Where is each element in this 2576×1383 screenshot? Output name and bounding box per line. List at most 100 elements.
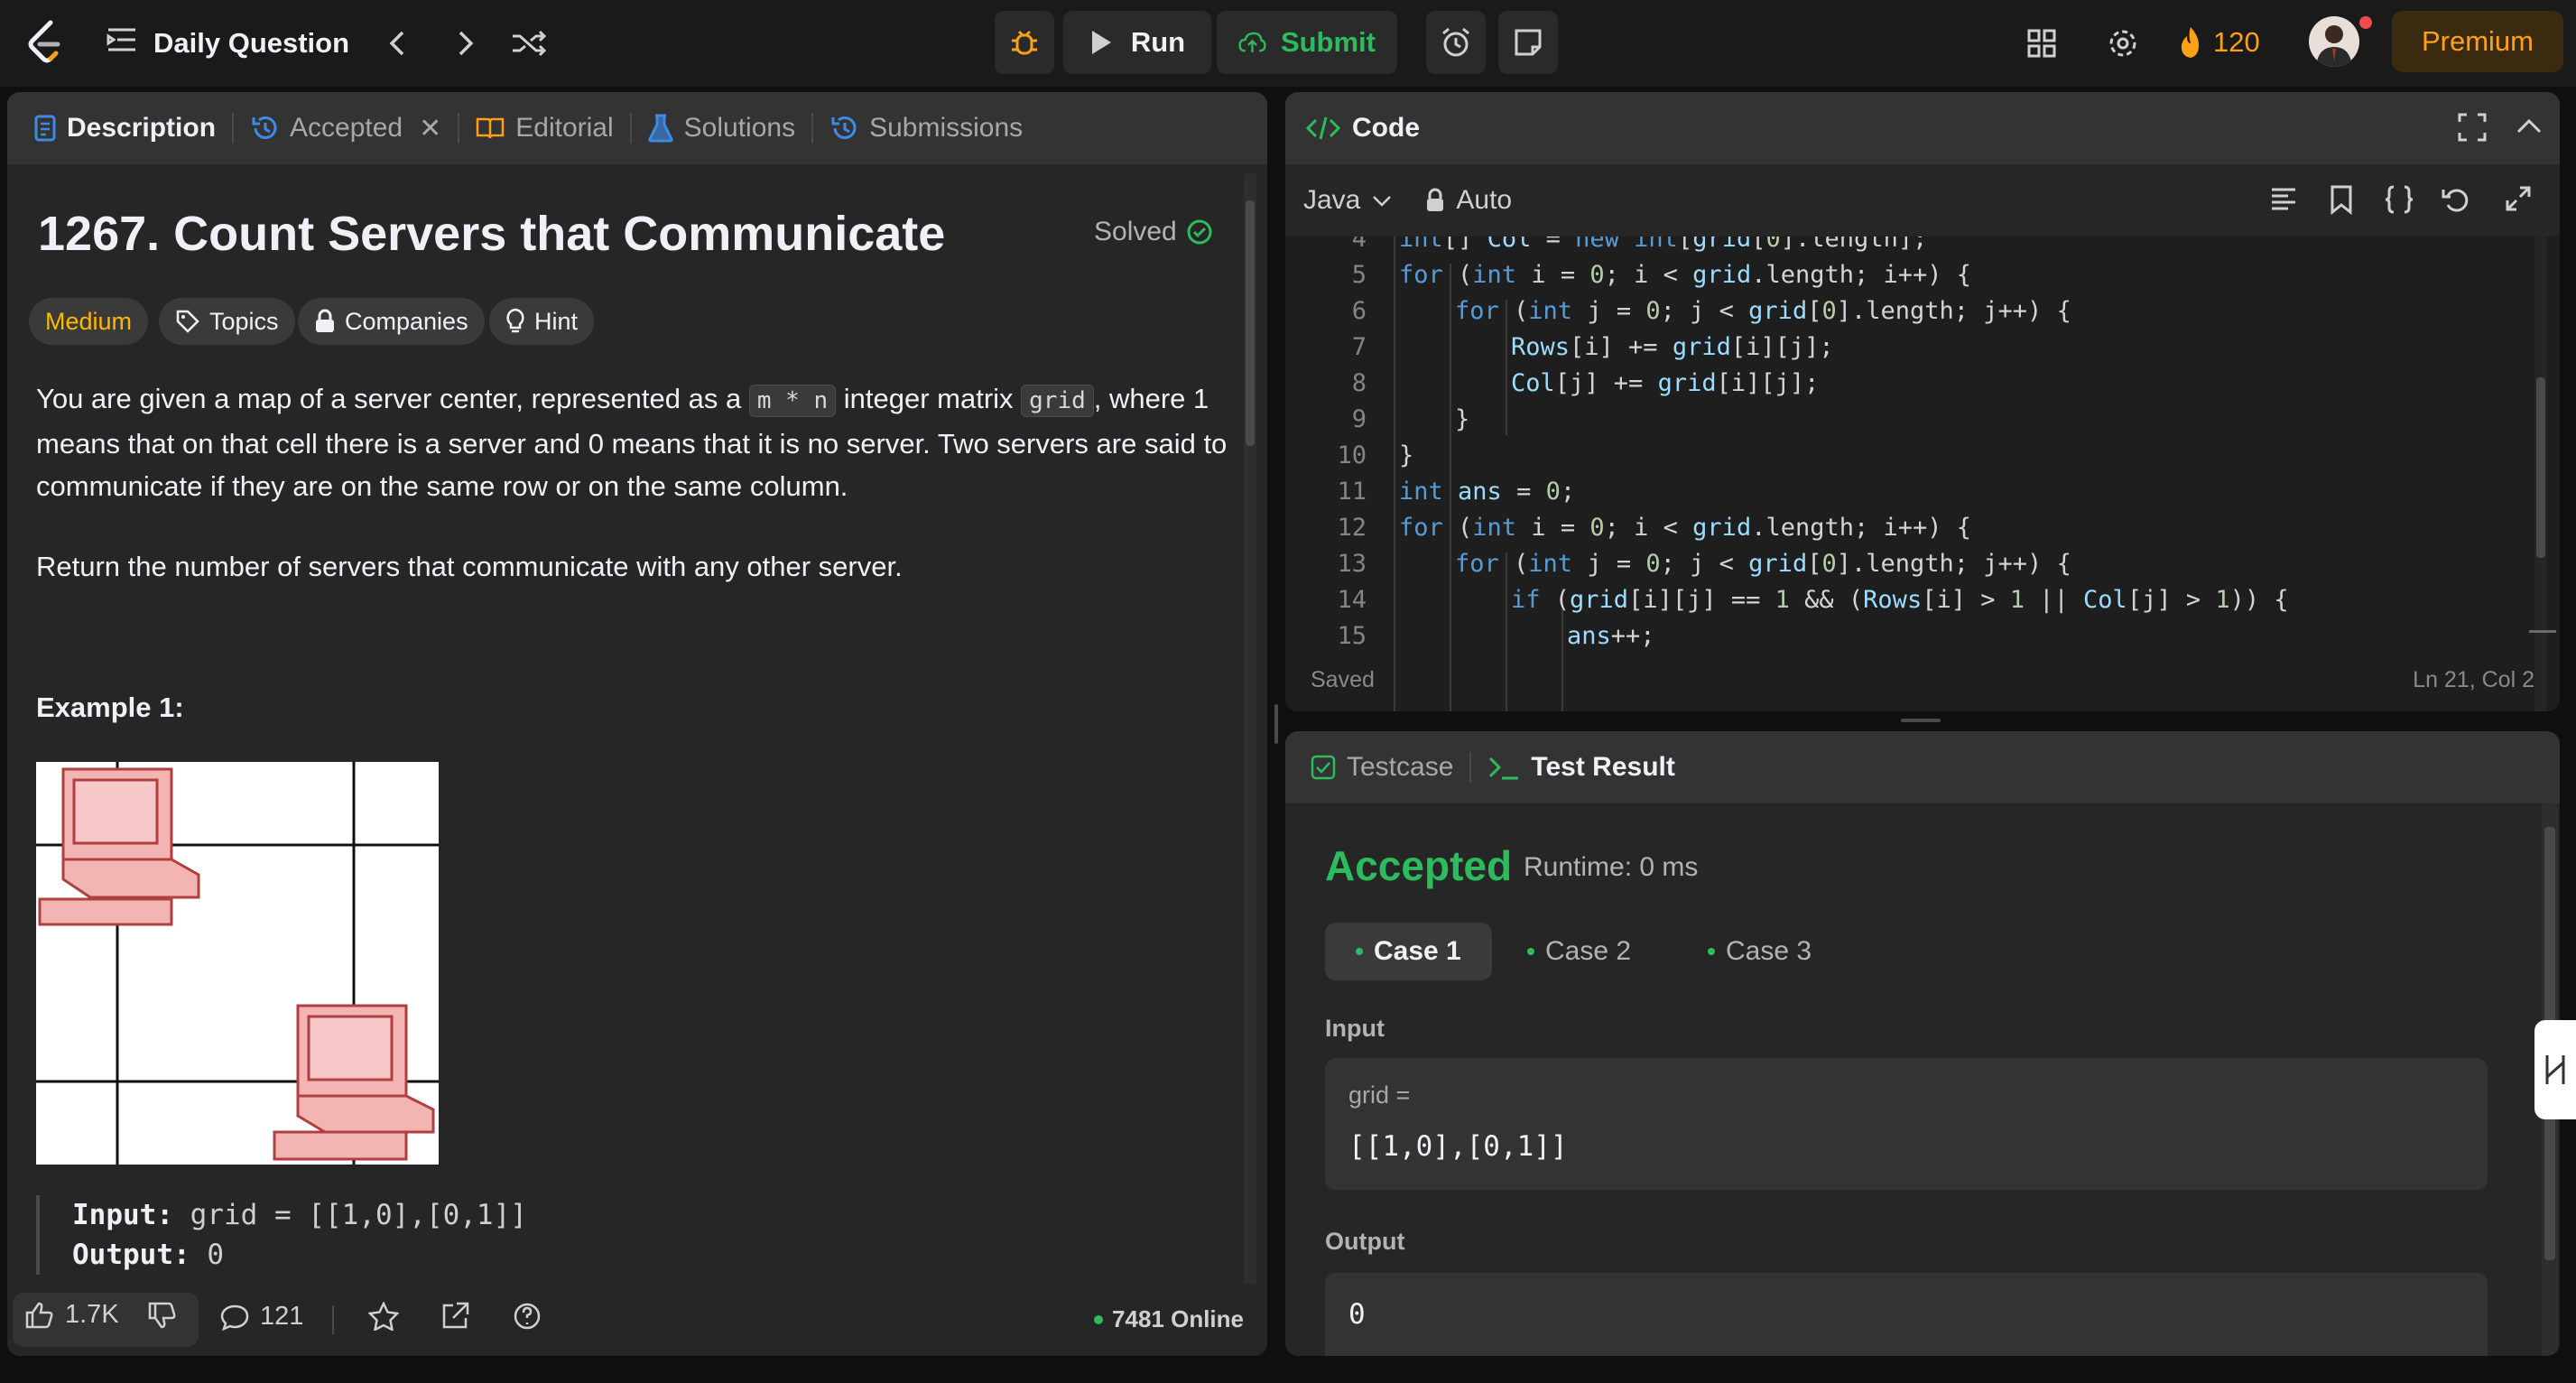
code-icon [1305,116,1341,140]
cursor-position: Ln 21, Col 2 [2413,666,2534,692]
hint-chip[interactable]: Hint [489,298,595,345]
line-number: 13 [1337,549,1367,578]
tab-testcase-label: Testcase [1347,752,1454,782]
line-number: 10 [1337,441,1367,469]
line-number: 9 [1351,404,1367,433]
premium-button[interactable]: Premium [2392,11,2563,72]
description-panel: Description Accepted ✕ Editorial Solutio… [7,92,1267,1356]
input-var-name: grid = [1348,1081,1411,1109]
panel-resize-handle[interactable] [1274,704,1278,744]
like-button[interactable]: 1.7K [25,1300,119,1330]
case-3-label: Case 3 [1726,936,1812,966]
example-input-value: grid = [[1,0],[0,1]] [190,1199,527,1231]
braces-button[interactable] [2383,184,2415,219]
grid-layout-icon [2027,29,2056,58]
problem-title[interactable]: 1267. Count Servers that Communicate [38,206,945,262]
language-label: Java [1303,185,1361,215]
line-number: 8 [1351,368,1367,397]
run-button[interactable]: Run [1063,11,1211,74]
inline-code: grid [1021,385,1094,417]
settings-button[interactable] [2103,23,2143,63]
case-tab-3[interactable]: Case 3 [1677,923,1842,980]
list-icon [107,26,137,60]
alarm-clock-icon [1442,27,1469,57]
shuffle-icon [513,30,547,57]
align-left-icon [2272,188,2295,210]
saved-status: Saved [1311,666,1375,692]
tab-description[interactable]: Description [18,92,232,164]
submit-button[interactable]: Submit [1217,11,1397,74]
streak-count: 120 [2213,26,2260,58]
format-button[interactable] [2269,184,2298,218]
tab-accepted[interactable]: Accepted ✕ [234,92,458,164]
prev-problem-button[interactable] [375,22,419,65]
bookmark-button[interactable] [2329,184,2354,219]
difficulty-badge: Medium [29,298,149,345]
case-2-label: Case 2 [1545,936,1632,966]
line-number: 15 [1337,621,1367,650]
next-problem-button[interactable] [444,22,487,65]
random-problem-button[interactable] [507,22,551,65]
panel-resize-handle-horizontal[interactable] [1901,719,1941,722]
companies-chip[interactable]: Companies [298,298,485,345]
thumbs-up-icon [25,1302,53,1328]
help-button[interactable] [513,1302,542,1331]
tab-code[interactable]: Code [1285,92,1436,164]
notes-button[interactable] [1498,11,1558,74]
output-label: Output [1325,1228,1405,1255]
tab-submissions[interactable]: Submissions [813,92,1039,164]
description-scrollbar-thumb[interactable] [1246,200,1255,446]
user-avatar-icon [2316,25,2352,67]
tab-testcase[interactable]: Testcase [1285,731,1469,803]
code-tab-label: Code [1352,113,1420,143]
avatar[interactable] [2309,16,2359,67]
tab-test-result[interactable]: Test Result [1471,731,1691,803]
share-button[interactable] [440,1302,469,1331]
favorite-button[interactable] [368,1302,399,1331]
desc-text: integer matrix [836,383,1022,414]
checkbox-icon [1311,755,1336,780]
language-select[interactable]: Java [1303,185,1393,216]
editor-scrollbar-thumb[interactable] [2536,377,2545,558]
timer-button[interactable] [1426,11,1486,74]
case-tab-2[interactable]: Case 2 [1496,923,1662,980]
code-text: } [1455,404,1470,433]
expand-editor-button[interactable] [2504,184,2533,218]
layout-button[interactable] [2022,23,2062,63]
online-dot [1094,1314,1104,1324]
input-label: Input: [72,1199,173,1231]
collapse-button[interactable] [2515,112,2544,145]
side-panel-toggle[interactable] [2534,1020,2576,1119]
dislike-button[interactable] [148,1302,177,1329]
inline-code: m * n [748,385,837,417]
description-footer: 1.7K 121 7481 Online [7,1284,1267,1356]
submit-label: Submit [1280,26,1376,58]
leetcode-logo-icon[interactable] [20,18,69,67]
debug-button[interactable] [995,11,1054,74]
editor-scroll-marker [2529,630,2556,633]
reset-code-button[interactable] [2441,184,2471,219]
maximize-button[interactable] [2457,112,2488,147]
topics-chip[interactable]: Topics [159,298,295,345]
example-output-line: Output: 0 [72,1235,527,1275]
code-line: 7 Rows[i] += grid[i][j]; [1285,329,1834,365]
code-text: } [1399,441,1414,469]
code-text: ans++; [1567,621,1655,650]
case-tab-1[interactable]: Case 1 [1325,923,1492,980]
problem-list-button[interactable]: Daily Question [107,18,349,69]
close-tab-icon[interactable]: ✕ [419,113,441,144]
notification-dot [2359,16,2372,29]
comments-button[interactable]: 121 [220,1302,303,1332]
case-pass-dot [1356,948,1363,955]
tag-icon [176,310,199,333]
code-editor[interactable]: 4 int[] Col = new int[grid[0].length]; 5 fo… [1285,237,2560,711]
output-box: 0 [1325,1273,2488,1356]
expand-icon [2506,186,2531,211]
case-pass-dot [1708,948,1715,955]
autocomplete-toggle[interactable]: Auto [1425,185,1512,216]
tab-editorial[interactable]: Editorial [459,92,629,164]
input-box: grid = [[1,0],[0,1]] [1325,1058,2488,1190]
tab-solutions[interactable]: Solutions [632,92,811,164]
streak-counter[interactable]: 120 [2177,20,2260,65]
gear-icon [2109,30,2136,57]
